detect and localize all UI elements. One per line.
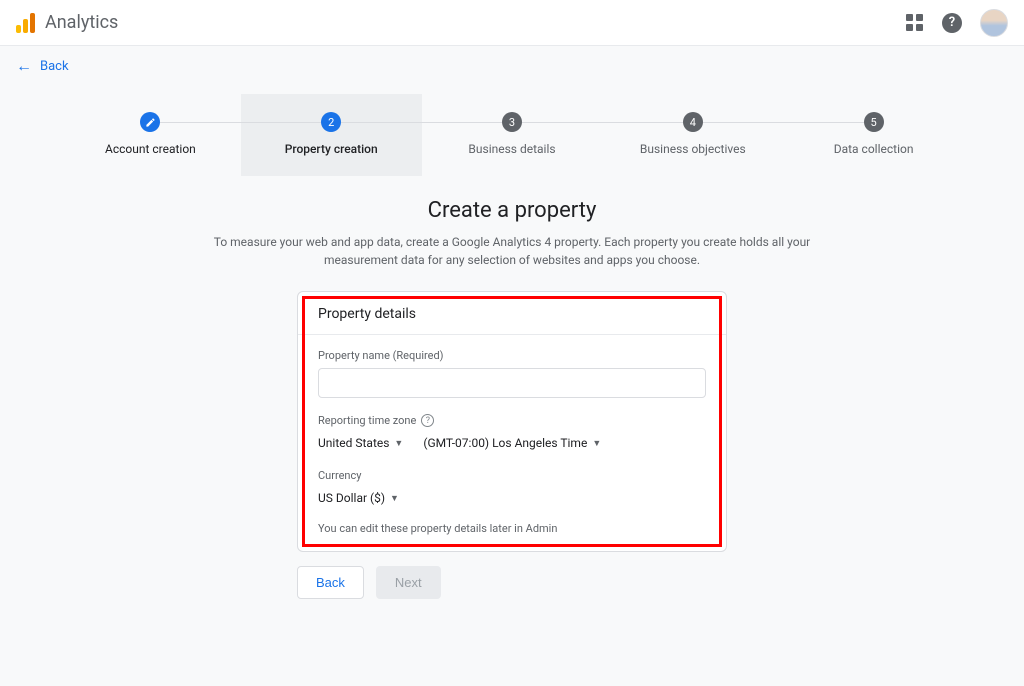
step-property-creation[interactable]: 2 Property creation — [241, 94, 422, 176]
timezone-label: Reporting time zone — [318, 414, 416, 427]
step-business-details[interactable]: 3 Business details — [422, 94, 603, 176]
step-number: 2 — [321, 112, 341, 132]
timezone-dropdown[interactable]: (GMT-07:00) Los Angeles Time ▼ — [423, 433, 601, 453]
timezone-value: (GMT-07:00) Los Angeles Time — [423, 436, 587, 450]
wizard-actions: Back Next — [297, 566, 727, 599]
country-value: United States — [318, 436, 389, 450]
back-link[interactable]: ← Back — [16, 56, 69, 76]
card-hint: You can edit these property details late… — [318, 522, 706, 535]
chevron-down-icon: ▼ — [394, 438, 403, 449]
header-actions: ? — [904, 9, 1008, 37]
page-subtitle: To measure your web and app data, create… — [202, 233, 822, 269]
stepper: Account creation 2 Property creation 3 B… — [0, 86, 1024, 176]
step-label: Property creation — [251, 142, 412, 156]
main-content: Account creation 2 Property creation 3 B… — [0, 86, 1024, 686]
step-business-objectives[interactable]: 4 Business objectives — [602, 94, 783, 176]
sub-bar: ← Back — [0, 46, 1024, 86]
step-label: Data collection — [793, 142, 954, 156]
step-number: 5 — [864, 112, 884, 132]
top-bar: Analytics ? — [0, 0, 1024, 46]
page-title: Create a property — [0, 198, 1024, 223]
card-header: Property details — [298, 292, 726, 335]
chevron-down-icon: ▼ — [390, 493, 399, 504]
back-button[interactable]: Back — [297, 566, 364, 599]
currency-dropdown[interactable]: US Dollar ($) ▼ — [318, 488, 399, 508]
timezone-field: Reporting time zone ? United States ▼ (G… — [318, 414, 706, 453]
analytics-logo-icon — [16, 13, 35, 33]
step-account-creation[interactable]: Account creation — [60, 94, 241, 176]
step-label: Account creation — [70, 142, 231, 156]
arrow-left-icon: ← — [16, 56, 32, 76]
step-label: Business details — [432, 142, 593, 156]
step-number: 3 — [502, 112, 522, 132]
currency-field: Currency US Dollar ($) ▼ — [318, 469, 706, 508]
product-name: Analytics — [45, 12, 118, 33]
help-icon[interactable]: ? — [942, 13, 962, 33]
apps-icon[interactable] — [904, 13, 924, 33]
pencil-icon — [140, 112, 160, 132]
next-button[interactable]: Next — [376, 566, 441, 599]
back-label: Back — [40, 59, 69, 74]
logo-area: Analytics — [16, 12, 118, 33]
step-number: 4 — [683, 112, 703, 132]
step-label: Business objectives — [612, 142, 773, 156]
country-dropdown[interactable]: United States ▼ — [318, 433, 403, 453]
property-name-input[interactable] — [318, 368, 706, 398]
property-details-card: Property details Property name (Required… — [297, 291, 727, 552]
property-name-label: Property name (Required) — [318, 349, 706, 362]
user-avatar[interactable] — [980, 9, 1008, 37]
help-icon[interactable]: ? — [421, 414, 434, 427]
step-data-collection[interactable]: 5 Data collection — [783, 94, 964, 176]
property-name-field: Property name (Required) — [318, 349, 706, 398]
currency-label: Currency — [318, 469, 706, 482]
chevron-down-icon: ▼ — [592, 438, 601, 449]
currency-value: US Dollar ($) — [318, 491, 385, 505]
